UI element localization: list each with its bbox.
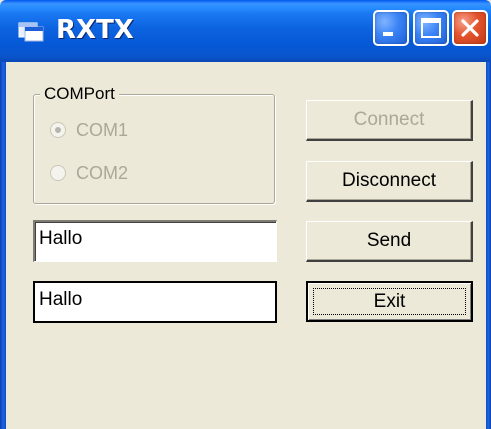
app-window: RXTX COMPort COM1 COM2 Hallo Hallo Conne… <box>0 0 491 429</box>
send-button[interactable]: Send <box>306 221 473 262</box>
maximize-button[interactable] <box>413 10 449 46</box>
maximize-icon <box>421 18 441 38</box>
minimize-button[interactable] <box>373 10 409 46</box>
window-frame-left <box>0 62 6 429</box>
window-title: RXTX <box>56 15 134 45</box>
close-button[interactable] <box>452 10 488 46</box>
close-icon <box>461 19 479 37</box>
exit-button-label: Exit <box>373 291 406 312</box>
comport-group-box <box>33 94 275 204</box>
minimize-icon <box>383 32 393 36</box>
send-text-field[interactable]: Hallo <box>33 220 277 262</box>
window-frame-right <box>486 62 491 429</box>
receive-text-field[interactable]: Hallo <box>33 281 277 323</box>
radio-unselected-icon <box>50 165 66 181</box>
title-bar[interactable]: RXTX <box>0 0 491 62</box>
radio-selected-icon <box>50 122 66 138</box>
app-window-icon[interactable] <box>18 20 44 42</box>
radio-com1-label: COM1 <box>76 120 129 140</box>
connect-button[interactable]: Connect <box>306 100 473 141</box>
comport-group-label: COMPort <box>40 82 119 106</box>
radio-com2-label: COM2 <box>76 163 129 183</box>
radio-com1[interactable]: COM1 <box>50 117 210 143</box>
disconnect-button[interactable]: Disconnect <box>306 161 473 202</box>
radio-dot-icon <box>55 127 61 133</box>
exit-button[interactable]: Exit <box>306 281 473 322</box>
radio-com2[interactable]: COM2 <box>50 160 210 186</box>
